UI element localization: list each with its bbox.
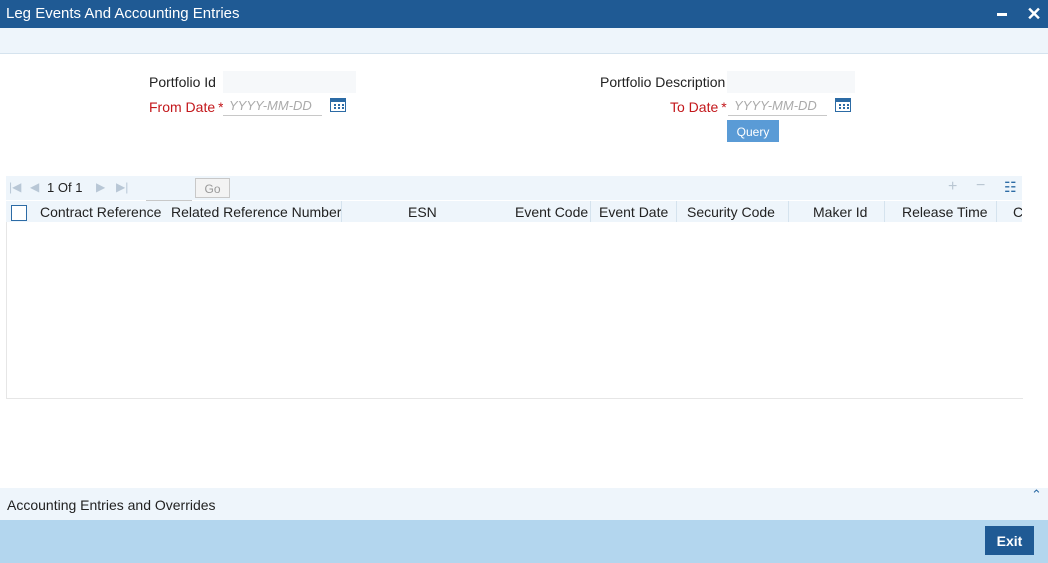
last-page-icon[interactable]: ▶| (116, 180, 128, 194)
column-settings-icon[interactable]: ☷ (1004, 179, 1017, 196)
to-date-input[interactable] (728, 96, 827, 116)
required-mark: * (721, 99, 727, 115)
accounting-entries-bar[interactable]: Accounting Entries and Overrides ⌃ (0, 487, 1048, 520)
toolbar-strip (0, 28, 1048, 54)
query-button[interactable]: Query (727, 120, 779, 142)
column-divider (676, 201, 677, 222)
column-divider (590, 201, 591, 222)
title-bar: Leg Events And Accounting Entries ✕ (0, 0, 1048, 28)
from-date-label: From Date * (149, 99, 224, 115)
to-date-label-text: To Date (670, 99, 719, 115)
from-date-input[interactable] (223, 96, 322, 116)
column-header[interactable]: Security Code (687, 204, 775, 220)
go-button[interactable]: Go (195, 178, 230, 198)
table-body (6, 222, 1023, 399)
add-row-icon[interactable]: + (948, 178, 957, 196)
column-divider (884, 201, 885, 222)
table-header: Contract Reference Related Reference Num… (6, 201, 1022, 223)
column-header[interactable]: Event Date (599, 204, 668, 220)
column-header[interactable]: Event Code (515, 204, 588, 220)
next-page-icon[interactable]: ▶ (96, 180, 105, 194)
chevron-up-icon[interactable]: ⌃ (1031, 487, 1042, 503)
from-date-label-text: From Date (149, 99, 216, 115)
window-title: Leg Events And Accounting Entries (6, 5, 240, 22)
first-page-icon[interactable]: |◀ (9, 180, 21, 194)
minimize-icon[interactable] (997, 13, 1007, 16)
close-icon[interactable]: ✕ (1025, 3, 1043, 25)
page-number-input[interactable] (146, 178, 192, 201)
column-divider (341, 201, 342, 222)
column-divider (788, 201, 789, 222)
portfolio-description-input[interactable] (727, 71, 855, 93)
column-divider (996, 201, 997, 222)
page-info: 1 Of 1 (47, 180, 82, 195)
column-header[interactable]: Contract Reference (40, 204, 161, 220)
previous-page-icon[interactable]: ◀ (30, 180, 39, 194)
column-header[interactable]: Ch (1013, 204, 1022, 220)
portfolio-description-label: Portfolio Description (600, 74, 726, 90)
column-header[interactable]: Release Time (902, 204, 988, 220)
calendar-icon[interactable] (835, 98, 851, 112)
portfolio-id-label: Portfolio Id (149, 74, 216, 90)
page-total: 1 (75, 180, 83, 195)
column-header[interactable]: Maker Id (813, 204, 867, 220)
select-all-checkbox[interactable] (11, 205, 27, 221)
accounting-entries-link[interactable]: Accounting Entries and Overrides (7, 497, 216, 513)
portfolio-id-input[interactable] (223, 71, 356, 93)
footer-bar (0, 520, 1048, 563)
page-current: 1 (47, 180, 55, 195)
page-of: Of (57, 180, 72, 195)
column-header[interactable]: Related Reference Number (171, 204, 341, 220)
to-date-label: To Date * (670, 99, 727, 115)
calendar-icon[interactable] (330, 98, 346, 112)
exit-button[interactable]: Exit (985, 526, 1034, 555)
column-header[interactable]: ESN (408, 204, 437, 220)
delete-row-icon[interactable]: − (976, 177, 985, 195)
